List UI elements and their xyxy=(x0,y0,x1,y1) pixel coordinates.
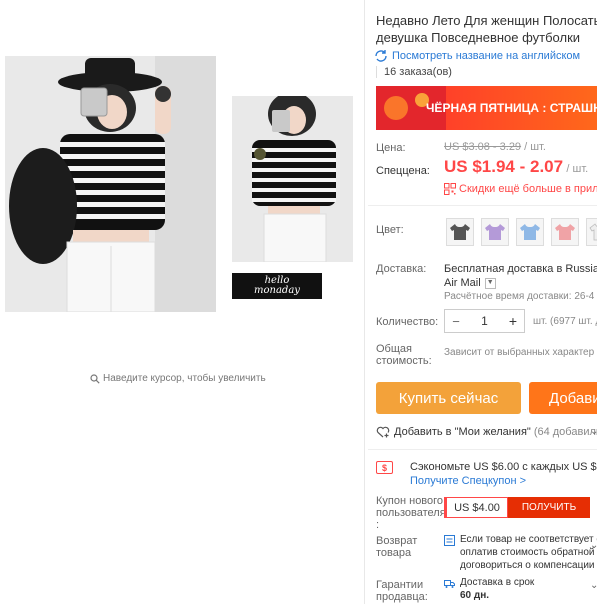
returns-text: Если товар не соответствует с оплатив ст… xyxy=(460,533,597,572)
new-user-label-line3: : xyxy=(376,519,380,531)
shipping-line2: Air Mail xyxy=(444,277,481,289)
shipping-label: Доставка: xyxy=(376,263,427,275)
returns-label-line1: Возврат xyxy=(376,535,418,547)
old-price-value: US $3.08 - 3.29 xyxy=(444,141,522,153)
old-price: US $3.08 - 3.29 / шт. xyxy=(444,141,546,153)
color-swatch-pink[interactable] xyxy=(551,218,579,246)
old-price-unit: / шт. xyxy=(524,141,546,153)
color-label: Цвет: xyxy=(376,224,404,236)
quantity-input[interactable]: 1 xyxy=(467,314,502,328)
coupon-promo-text: Сэкономьте US $6.00 с каждых US $65.00 xyxy=(410,461,597,473)
shipping-method[interactable]: Бесплатная доставка в Russian Air Mail ▼ xyxy=(444,262,597,290)
separator xyxy=(368,449,597,450)
new-user-coupon-label: Купон нового пользователя : xyxy=(376,495,446,531)
thumbnail-image[interactable] xyxy=(232,92,353,263)
quantity-label: Количество: xyxy=(376,316,439,328)
shipping-line1: Бесплатная доставка в Russian xyxy=(444,263,597,275)
wishlist-text[interactable]: Добавить в "Мои желания" xyxy=(394,426,531,438)
price-label: Цена: xyxy=(376,142,406,154)
chevron-down-icon[interactable]: ⌄ xyxy=(590,426,597,437)
app-discount-text[interactable]: Скидки ещё больше в прилож xyxy=(459,183,597,195)
chevron-down-icon[interactable]: ⌄ xyxy=(590,540,597,551)
title-line2: девушка Повседневное футболки xyxy=(376,30,581,45)
total-label-line1: Общая xyxy=(376,343,412,355)
quantity-increase-button[interactable]: + xyxy=(502,313,524,329)
returns-line2: оплатив стоимость обратной xyxy=(460,547,595,558)
new-user-label-line1: Купон нового xyxy=(376,495,444,507)
wishlist-count: (64 добавили) xyxy=(533,426,597,438)
buy-now-button[interactable]: Купить сейчас xyxy=(376,382,521,414)
special-price-value: US $1.94 - 2.07 xyxy=(444,157,564,176)
color-swatch-blue[interactable] xyxy=(516,218,544,246)
heart-plus-icon xyxy=(376,426,390,438)
guarantee-line1: Доставка в срок xyxy=(460,577,535,588)
magnifier-icon xyxy=(90,373,100,384)
chevron-down-icon[interactable]: ⌄ xyxy=(590,580,597,591)
promo-banner-text: ЧЁРНАЯ ПЯТНИЦА : СТРАШН xyxy=(426,101,597,115)
product-details: Недавно Лето Для женщин Полосатый девушк… xyxy=(368,0,597,604)
add-to-cart-label: Добави xyxy=(549,389,597,407)
guarantee-label: Гарантии продавца: xyxy=(376,579,428,603)
returns-line3: договориться о компенсации xyxy=(460,560,595,571)
add-to-cart-button[interactable]: Добави xyxy=(529,382,597,414)
get-coupon-button[interactable]: ПОЛУЧИТЬ xyxy=(508,497,590,518)
special-price-unit: / шт. xyxy=(566,163,589,175)
brand-watermark: hello monaday xyxy=(232,273,322,299)
translate-link-text[interactable]: Посмотреть название на английском xyxy=(392,50,580,62)
guarantee-label-line2: продавца: xyxy=(376,591,428,603)
total-value: Зависит от выбранных характер xyxy=(444,347,595,358)
guarantee-line2: 60 дн. xyxy=(460,590,490,601)
wishlist-link[interactable]: Добавить в "Мои желания" (64 добавили) xyxy=(376,426,597,438)
delivery-truck-icon xyxy=(444,580,455,588)
return-policy-icon xyxy=(444,535,455,546)
coupon-promo: Сэкономьте US $6.00 с каждых US $65.00 П… xyxy=(410,460,597,488)
product-gallery: hello monaday Наведите курсор, чтобы уве… xyxy=(0,0,362,604)
guarantee-label-line1: Гарантии xyxy=(376,579,424,591)
returns-label-line2: товара xyxy=(376,547,412,559)
total-label: Общая стоимость: xyxy=(376,343,432,367)
coupon-icon: $ xyxy=(376,461,393,474)
quantity-decrease-button[interactable]: − xyxy=(445,314,467,329)
translate-link[interactable]: Посмотреть название на английском xyxy=(374,49,580,63)
main-product-image[interactable] xyxy=(5,56,216,313)
quantity-stepper[interactable]: − 1 + xyxy=(444,309,525,333)
special-price: US $1.94 - 2.07 / шт. xyxy=(444,157,588,177)
translate-icon xyxy=(375,50,387,62)
special-price-label: Спеццена: xyxy=(376,165,430,177)
color-swatch-white[interactable] xyxy=(586,218,597,246)
returns-line1: Если товар не соответствует с xyxy=(460,534,597,545)
product-title: Недавно Лето Для женщин Полосатый девушк… xyxy=(376,12,597,46)
column-divider xyxy=(364,0,365,604)
get-coupon-button-label: ПОЛУЧИТЬ xyxy=(521,502,577,513)
total-label-line2: стоимость: xyxy=(376,355,432,367)
color-swatch-gray[interactable] xyxy=(446,218,474,246)
watermark-line2: monaday xyxy=(254,285,300,296)
stock-available: шт. (6977 шт. д xyxy=(533,316,597,327)
zoom-hint: Наведите курсор, чтобы увеличить xyxy=(90,373,266,384)
orders-text: 16 заказа(ов) xyxy=(384,66,452,78)
separator xyxy=(368,205,597,206)
guarantee-text: Доставка в срок 60 дн. xyxy=(460,576,534,602)
app-discount[interactable]: Скидки ещё больше в прилож xyxy=(444,183,597,195)
new-user-label-line2: пользователя xyxy=(376,507,446,519)
orders-count: 16 заказа(ов) xyxy=(376,66,452,78)
new-user-coupon-value: US $4.00 xyxy=(444,497,508,518)
returns-label: Возврат товара xyxy=(376,535,417,559)
color-swatch-purple[interactable] xyxy=(481,218,509,246)
get-coupon-link[interactable]: Получите Спецкупон > xyxy=(410,474,597,488)
title-line1: Недавно Лето Для женщин Полосатый xyxy=(376,13,597,28)
qr-code-icon xyxy=(444,183,456,195)
zoom-hint-text: Наведите курсор, чтобы увеличить xyxy=(103,373,266,384)
delivery-estimate: Расчётное время доставки: 26-4 xyxy=(444,291,595,302)
chevron-down-icon[interactable]: ▼ xyxy=(484,277,496,289)
promo-banner[interactable]: ЧЁРНАЯ ПЯТНИЦА : СТРАШН xyxy=(376,86,597,130)
buy-now-label: Купить сейчас xyxy=(398,389,499,407)
